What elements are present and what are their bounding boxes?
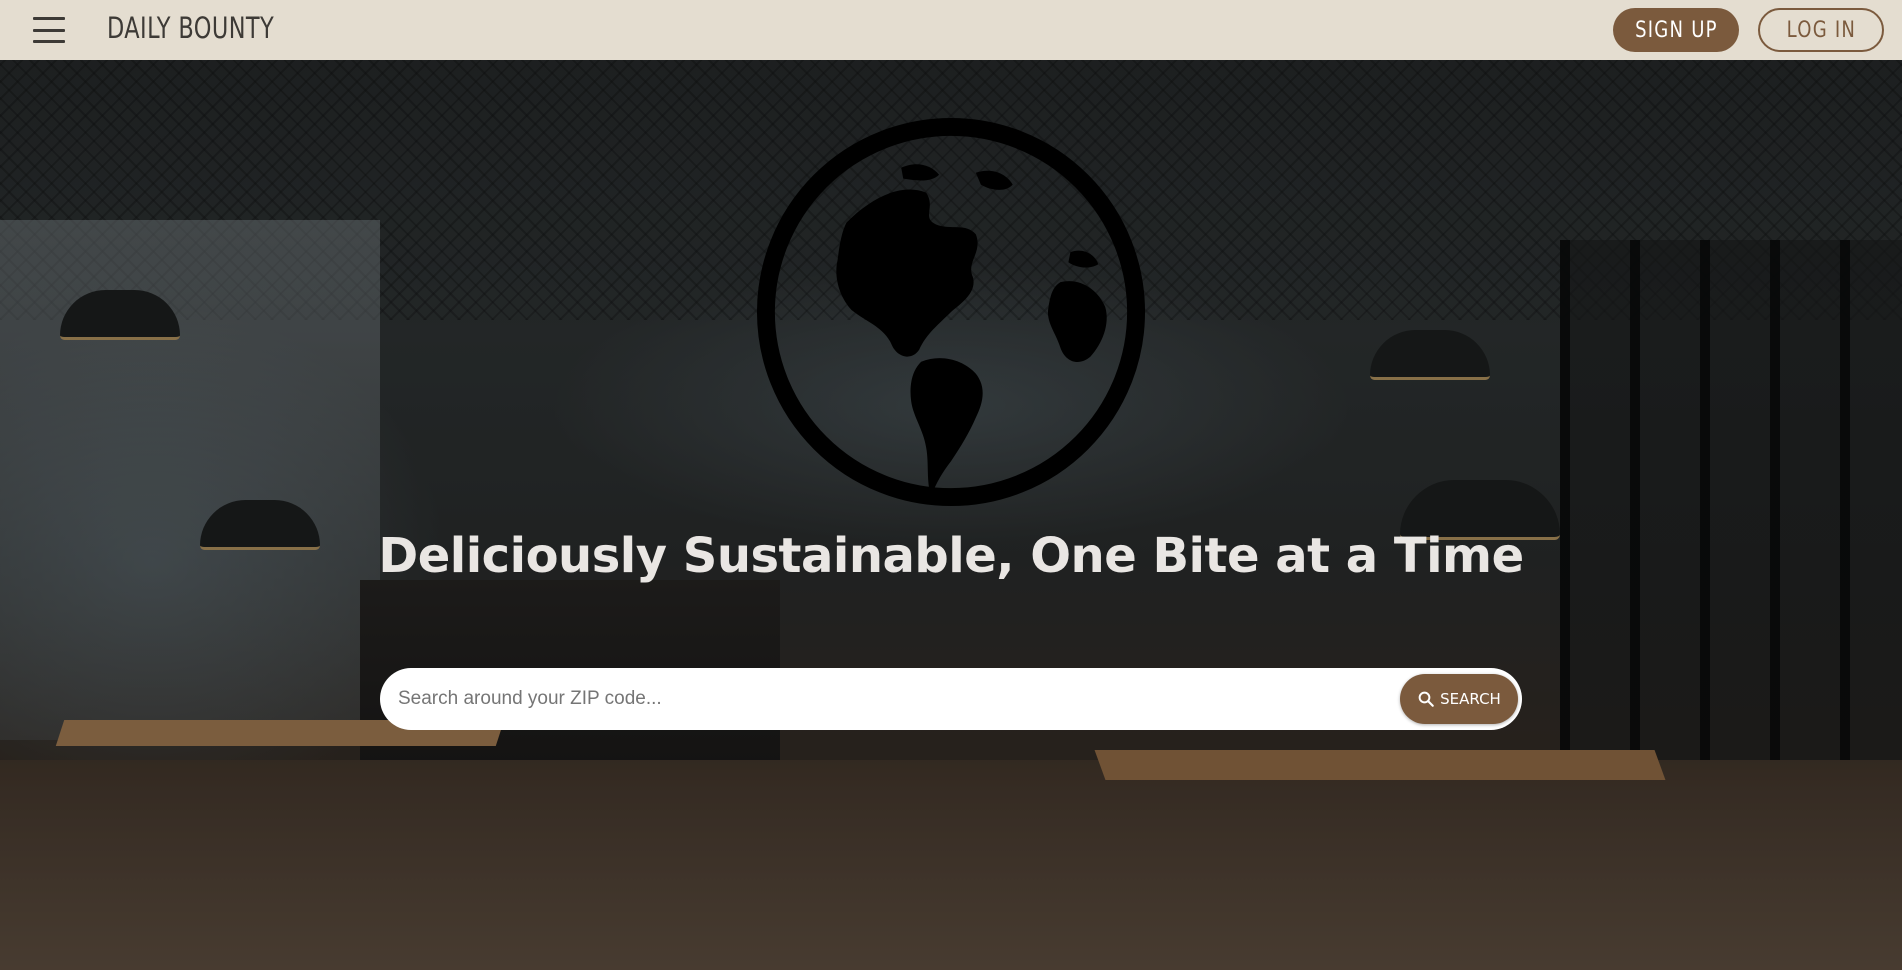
hero-section: Deliciously Sustainable, One Bite at a T… <box>0 60 1902 970</box>
sign-up-label: SIGN UP <box>1634 17 1718 43</box>
hero-heading: Deliciously Sustainable, One Bite at a T… <box>378 528 1524 584</box>
hamburger-menu-icon[interactable] <box>33 17 67 43</box>
menu-bar-line <box>33 17 65 20</box>
globe-icon <box>756 117 1146 507</box>
zip-search-bar: SEARCH <box>380 668 1522 730</box>
log-in-button[interactable]: LOG IN <box>1758 8 1884 52</box>
search-icon <box>1418 691 1434 707</box>
menu-bar-line <box>33 40 65 43</box>
search-button[interactable]: SEARCH <box>1400 674 1518 724</box>
sign-up-button[interactable]: SIGN UP <box>1613 8 1739 52</box>
top-navbar: DAILY BOUNTY SIGN UP LOG IN <box>0 0 1902 60</box>
log-in-label: LOG IN <box>1786 17 1856 43</box>
zip-search-input[interactable] <box>398 676 1358 722</box>
search-button-label: SEARCH <box>1440 690 1501 708</box>
menu-bar-line <box>33 28 65 32</box>
brand-logo-text[interactable]: DAILY BOUNTY <box>107 11 274 45</box>
